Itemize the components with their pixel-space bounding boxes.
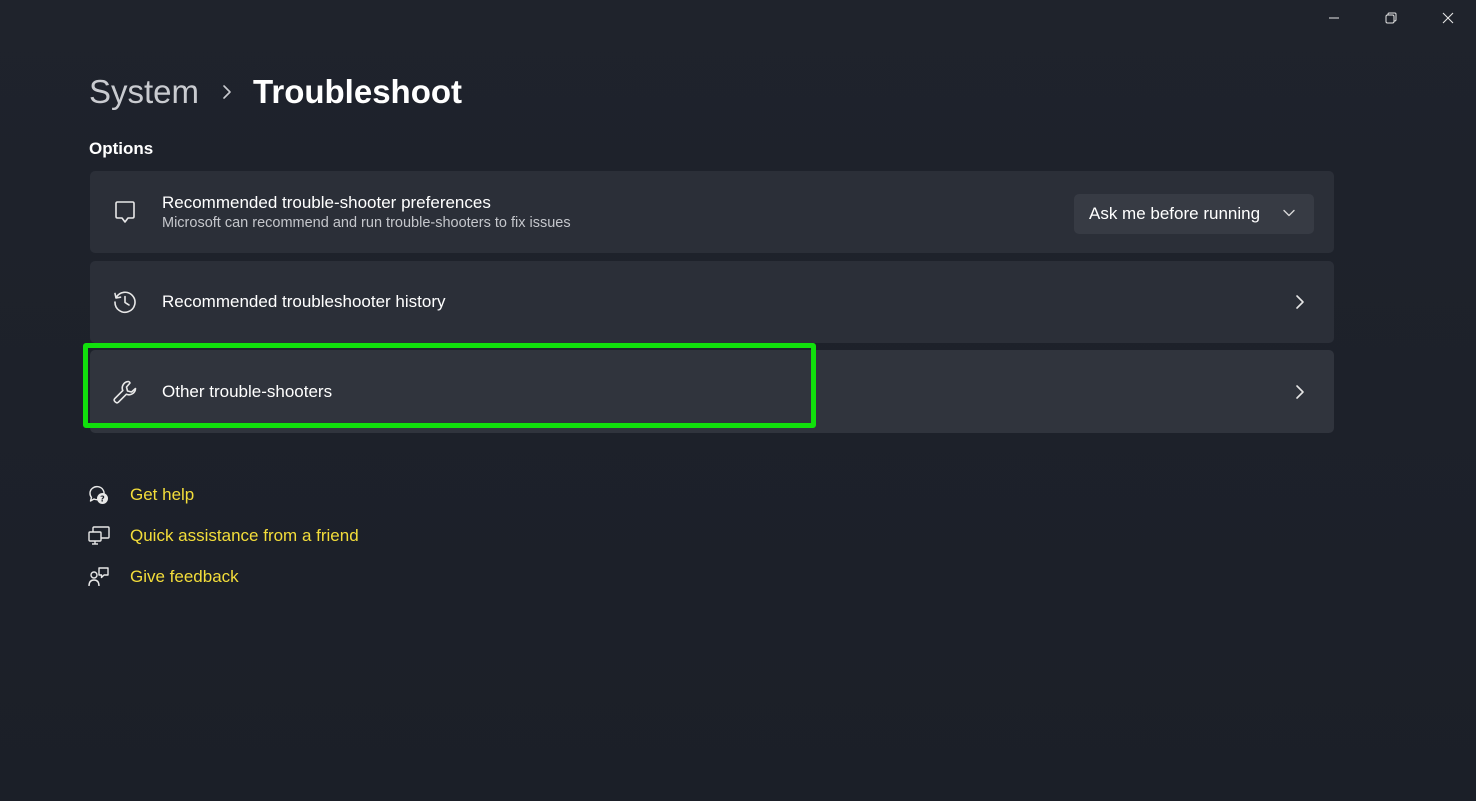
minimize-icon [1328, 17, 1339, 19]
other-troubleshooters-text: Other trouble-shooters [162, 381, 332, 403]
get-help-link[interactable]: ? Get help [87, 474, 359, 515]
history-card[interactable]: Recommended troubleshooter history [90, 261, 1334, 343]
settings-window: System Troubleshoot Options Recommended … [0, 0, 1476, 801]
quick-assist-link[interactable]: Quick assistance from a friend [87, 515, 359, 556]
chevron-right-icon [221, 84, 233, 100]
help-links: ? Get help Quick assistance from a frien… [87, 474, 359, 597]
page-title: Troubleshoot [253, 73, 463, 110]
other-troubleshooters-title: Other trouble-shooters [162, 381, 333, 401]
breadcrumb: System Troubleshoot [89, 70, 462, 114]
chevron-down-icon [1282, 206, 1296, 225]
preferences-text: Recommended trouble-shooter preferences … [162, 192, 571, 233]
history-title: Recommended troubleshooter history [162, 292, 446, 311]
preferences-dropdown[interactable]: Ask me before running [1074, 194, 1314, 234]
remote-assist-icon [87, 524, 111, 548]
restore-icon [1385, 12, 1396, 24]
preferences-subtitle: Microsoft can recommend and run trouble-… [162, 214, 571, 231]
close-button[interactable] [1419, 0, 1476, 36]
close-icon [1442, 12, 1453, 24]
dropdown-selected-value: Ask me before running [1089, 204, 1261, 223]
preferences-title: Recommended trouble-shooter preferences [162, 192, 491, 212]
help-chat-icon: ? [87, 483, 111, 507]
breadcrumb-system[interactable]: System [89, 70, 199, 114]
chevron-right-icon [1292, 294, 1308, 310]
get-help-label: Get help [130, 484, 195, 504]
section-title-options: Options [89, 139, 154, 158]
restore-button[interactable] [1362, 0, 1419, 36]
feedback-icon [87, 565, 111, 589]
wrench-icon [110, 377, 140, 407]
window-controls [1305, 0, 1476, 36]
preferences-card: Recommended trouble-shooter preferences … [90, 171, 1334, 253]
chat-bubble-icon [110, 197, 140, 227]
quick-assist-label: Quick assistance from a friend [130, 525, 359, 545]
give-feedback-label: Give feedback [130, 566, 239, 586]
history-icon [110, 287, 140, 317]
history-text: Recommended troubleshooter history [162, 291, 445, 313]
chevron-right-icon [1292, 384, 1308, 400]
give-feedback-link[interactable]: Give feedback [87, 556, 359, 597]
other-troubleshooters-card[interactable]: Other trouble-shooters [90, 350, 1334, 433]
svg-text:?: ? [100, 494, 105, 503]
minimize-button[interactable] [1305, 0, 1362, 36]
